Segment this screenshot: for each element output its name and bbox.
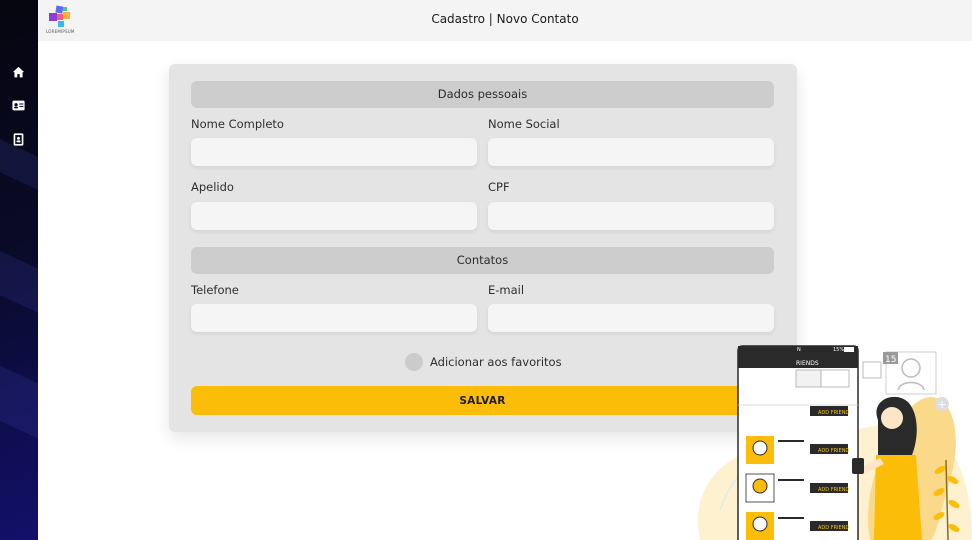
favorite-checkbox[interactable]	[405, 353, 423, 371]
phone-input[interactable]	[191, 304, 477, 332]
add-friend-button-2: ADD FRIEND	[818, 448, 849, 454]
nickname-input[interactable]	[191, 202, 477, 230]
save-button[interactable]: SALVAR	[191, 386, 774, 415]
phone-status-left: N	[797, 347, 801, 353]
badge-count: 15	[885, 355, 896, 365]
friends-tab-icon	[795, 369, 822, 388]
top-bar: LOREMIPSUM Cadastro | Novo Contato	[38, 0, 972, 41]
plus-glyph: +	[938, 398, 947, 411]
contact-card-icon[interactable]	[11, 98, 25, 112]
battery-icon	[844, 347, 854, 352]
phone-label: Telefone	[191, 283, 239, 297]
home-icon[interactable]	[11, 65, 25, 79]
add-friend-button-3: ADD FRIEND	[818, 487, 849, 493]
friend-row-1: ADD FRIEND	[810, 406, 849, 416]
favorite-label: Adicionar aos favoritos	[430, 355, 562, 369]
full-name-input[interactable]	[191, 138, 477, 166]
add-friend-button-1: ADD FRIEND	[818, 410, 849, 416]
add-friend-button-4: ADD FRIEND	[818, 525, 849, 531]
page-title: Cadastro | Novo Contato	[431, 12, 579, 26]
logo-text: LOREMIPSUM	[46, 29, 75, 34]
email-input[interactable]	[488, 304, 774, 332]
social-name-label: Nome Social	[488, 117, 560, 131]
phone-header-label: RIENDS	[796, 360, 819, 367]
small-profile-icon	[862, 361, 882, 379]
phone-tab-icon	[820, 369, 850, 388]
sidebar	[0, 0, 38, 540]
contacts-section-header: Contatos	[191, 247, 774, 274]
cpf-label: CPF	[488, 180, 510, 194]
phone-status-right: 15%	[833, 347, 844, 353]
social-name-input[interactable]	[488, 138, 774, 166]
personal-data-section-header: Dados pessoais	[191, 81, 774, 108]
address-book-icon[interactable]	[11, 132, 25, 146]
friends-illustration: 15 + N 15% RIENDS ADD FRIEND ADD FRIEND …	[698, 345, 972, 540]
email-label: E-mail	[488, 283, 525, 297]
full-name-label: Nome Completo	[191, 117, 284, 131]
nickname-label: Apelido	[191, 180, 234, 194]
favorite-toggle[interactable]: Adicionar aos favoritos	[405, 353, 562, 371]
cpf-input[interactable]	[488, 202, 774, 230]
